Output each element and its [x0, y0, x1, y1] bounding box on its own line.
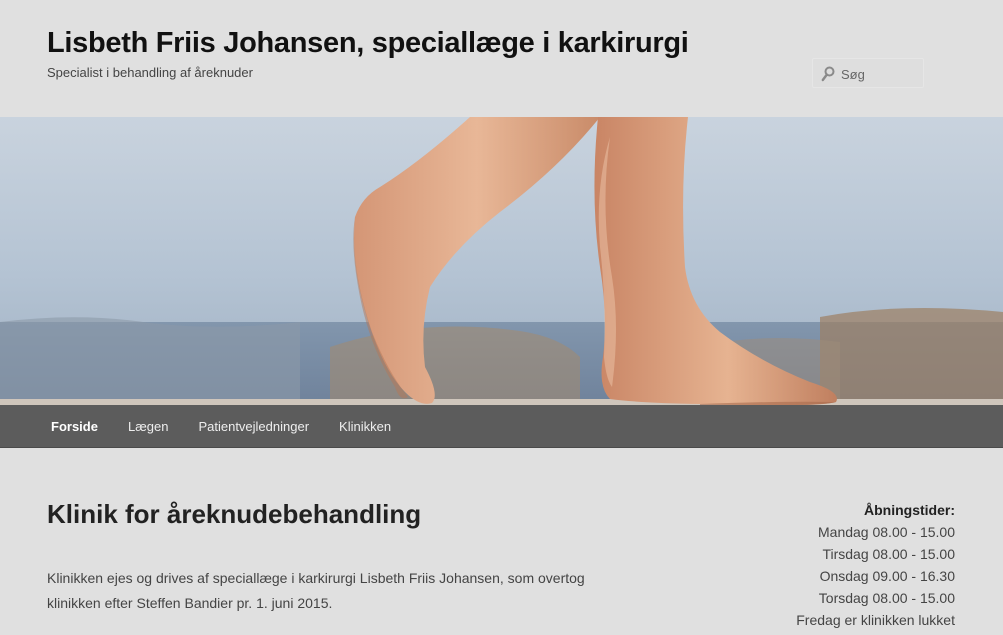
main-content: Klinik for åreknudebehandling Klinikken …	[0, 449, 1003, 635]
opening-hours-widget: Åbningstider: Mandag 08.00 - 15.00 Tirsd…	[735, 499, 955, 631]
page-title: Klinik for åreknudebehandling	[47, 499, 422, 529]
header-image	[0, 117, 1003, 405]
opening-hours-row: Torsdag 08.00 - 15.00	[818, 590, 955, 606]
opening-hours-row: Fredag er klinikken lukket	[796, 612, 955, 628]
site-description: Specialist i behandling af åreknuder	[47, 65, 253, 80]
main-navigation: Forside Lægen Patientvejledninger Klinik…	[0, 405, 1003, 448]
opening-hours-row: Tirsdag 08.00 - 15.00	[822, 546, 955, 562]
nav-item-forside[interactable]: Forside	[36, 405, 113, 448]
search-icon	[821, 66, 835, 82]
site-title[interactable]: Lisbeth Friis Johansen, speciallæge i ka…	[47, 27, 689, 60]
search-box[interactable]	[812, 58, 924, 88]
search-input[interactable]	[841, 63, 921, 85]
nav-item-patientvejledninger[interactable]: Patientvejledninger	[183, 405, 324, 448]
opening-hours-row: Onsdag 09.00 - 16.30	[819, 568, 955, 584]
intro-paragraph: Klinikken ejes og drives af speciallæge …	[47, 570, 585, 611]
nav-item-klinikken[interactable]: Klinikken	[324, 405, 406, 448]
page: Lisbeth Friis Johansen, speciallæge i ka…	[0, 0, 1003, 635]
site-header: Lisbeth Friis Johansen, speciallæge i ka…	[0, 0, 1003, 117]
opening-hours-title: Åbningstider:	[864, 502, 955, 518]
nav-item-laegen[interactable]: Lægen	[113, 405, 183, 448]
opening-hours-row: Mandag 08.00 - 15.00	[818, 524, 955, 540]
